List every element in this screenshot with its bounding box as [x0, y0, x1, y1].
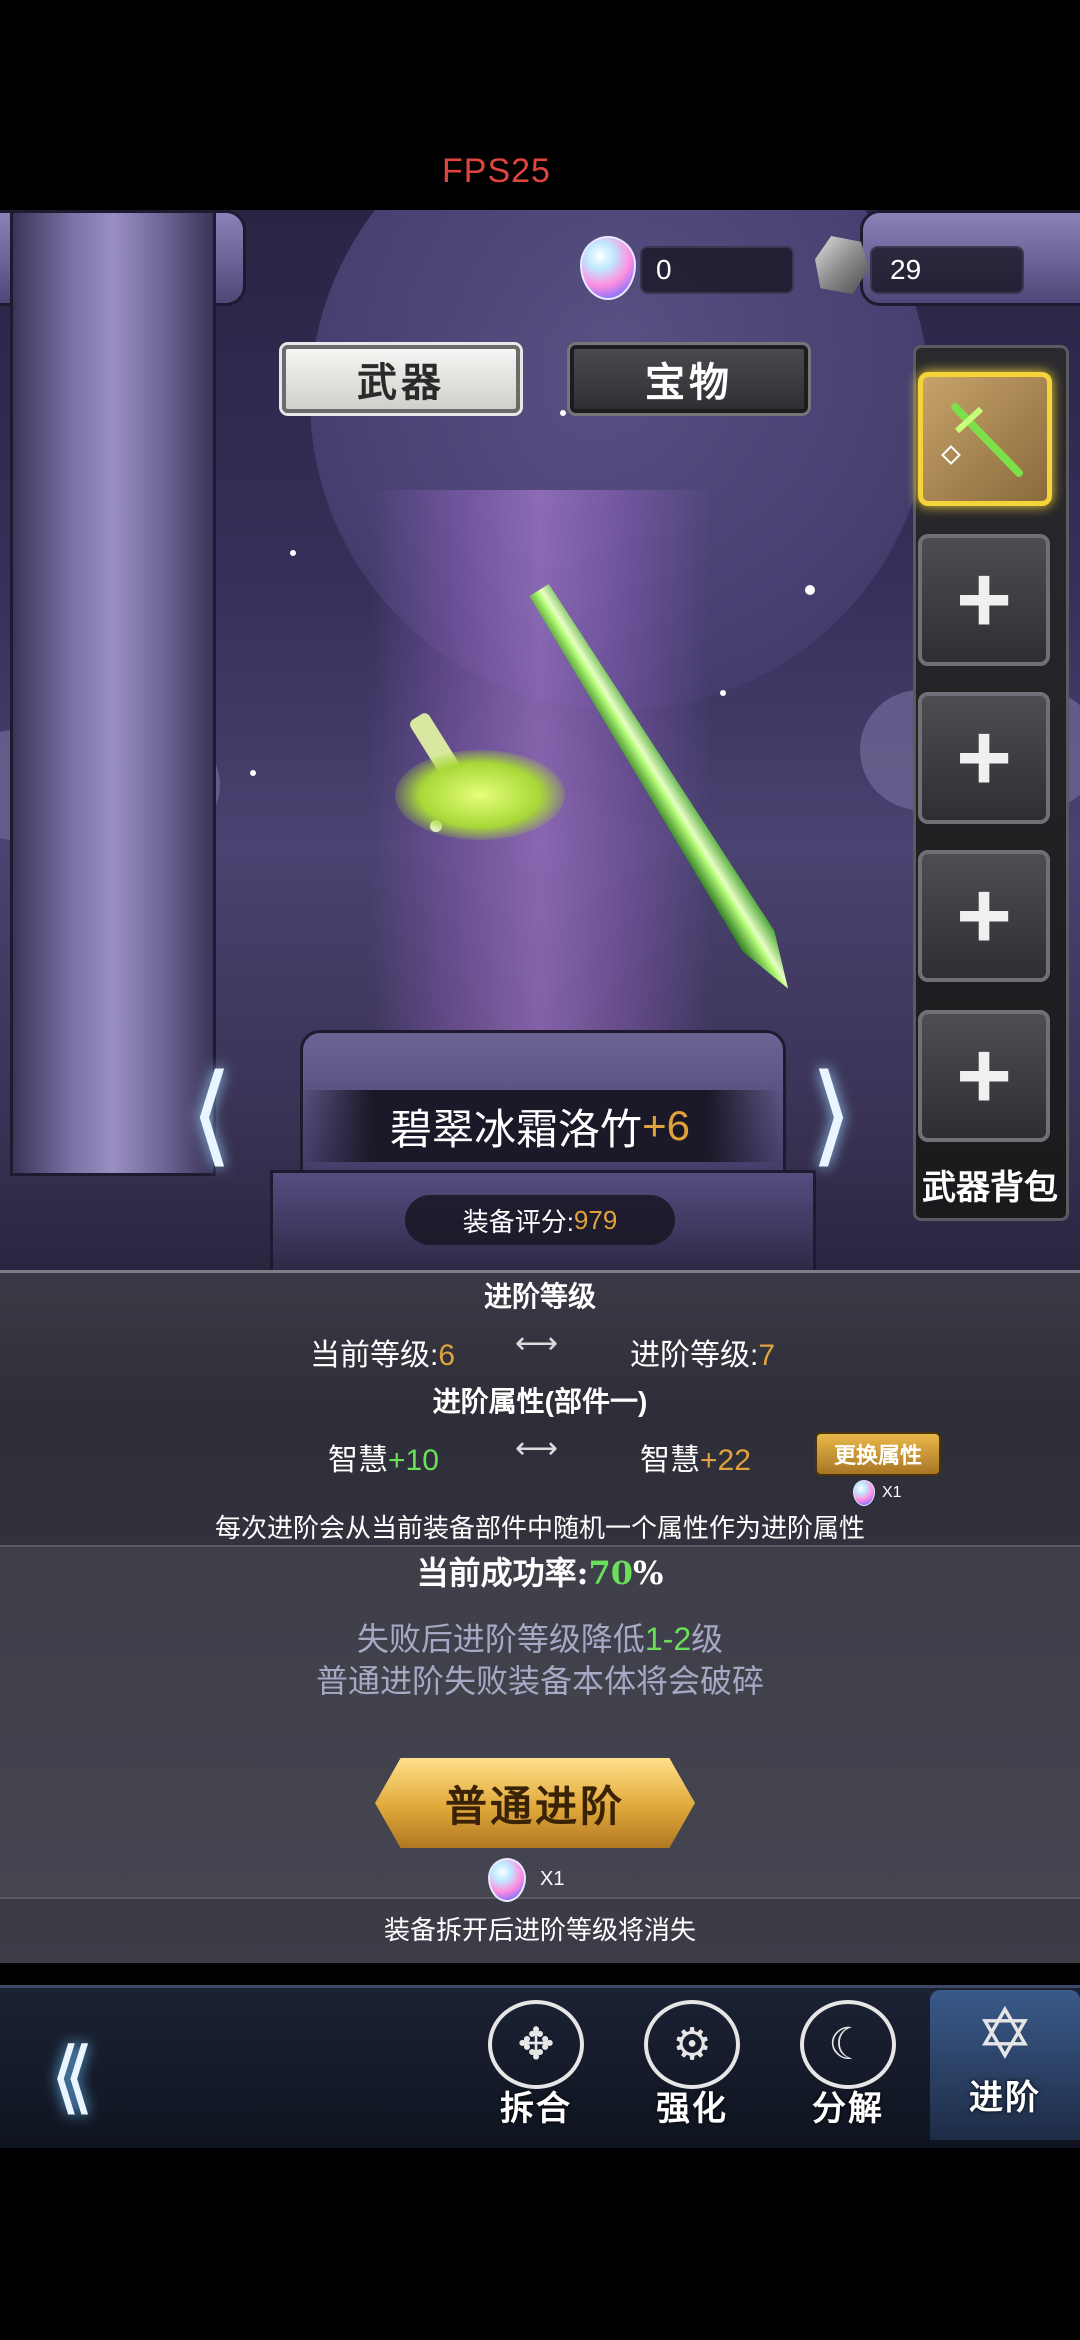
star — [720, 690, 726, 696]
equipment-score: 装备评分: 979 — [405, 1195, 675, 1245]
weapon-slot-empty[interactable]: + — [918, 692, 1050, 824]
weapon-slot-empty[interactable]: + — [918, 1010, 1050, 1142]
plus-icon: + — [955, 862, 1013, 969]
pillar-left — [10, 210, 216, 1176]
failure-note-1: 失败后进阶等级降低1-2级 — [356, 1621, 724, 1657]
next-arrow-icon[interactable]: ⟩ — [810, 1060, 853, 1170]
weapon-slot-selected[interactable] — [918, 372, 1052, 506]
weapon-bag-label[interactable]: 武器背包 — [915, 1160, 1065, 1209]
current-level: 当前等级:6 — [310, 1339, 456, 1372]
swap-attribute-button[interactable]: 更换属性 — [815, 1432, 941, 1476]
tab-treasure[interactable]: 宝物 — [570, 345, 808, 413]
equipment-name: 碧翠冰霜洛竹 — [390, 1105, 643, 1153]
next-attr: 智慧+22 — [640, 1444, 751, 1477]
next-level: 进阶等级:7 — [630, 1339, 776, 1372]
sword-hilt — [395, 750, 565, 840]
plus-icon: + — [955, 1022, 1013, 1129]
back-arrow-icon[interactable]: ⟪ — [50, 2030, 95, 2123]
advance-cost: X1 — [540, 1868, 565, 1890]
dismantle-warning: 装备拆开后进阶等级将消失 — [383, 1915, 696, 1945]
plus-icon: + — [955, 546, 1013, 653]
star — [290, 550, 296, 556]
tab-weapon[interactable]: 武器 — [282, 345, 520, 413]
advance-description: 每次进阶会从当前装备部件中随机一个属性作为进阶属性 — [214, 1513, 865, 1543]
advance-level-title: 进阶等级 — [483, 1281, 596, 1312]
nav-enhance[interactable]: ⚙ 强化 — [622, 2000, 762, 2130]
failure-note-2: 普通进阶失败装备本体将会破碎 — [315, 1663, 764, 1699]
score-label: 装备评分: — [462, 1206, 574, 1237]
enhance-icon: ⚙ — [644, 2000, 740, 2089]
nav-decompose[interactable]: ☾ 分解 — [778, 2000, 918, 2130]
fps-counter: FPS25 — [442, 152, 551, 190]
equipment-enhance-level: +6 — [642, 1102, 690, 1149]
transition-arrow-icon: ⟷ — [515, 1432, 559, 1465]
success-rate: 当前成功率:70% — [416, 1554, 664, 1592]
ore-count: 29 — [890, 254, 922, 285]
decompose-icon: ☾ — [800, 2000, 896, 2089]
weapon-slot-empty[interactable]: + — [918, 534, 1050, 666]
equipment-name-bar: 碧翠冰霜洛竹 +6 — [300, 1090, 780, 1162]
normal-advance-button[interactable]: 普通进阶 — [375, 1758, 695, 1848]
advance-attr-title: 进阶属性(部件一) — [432, 1386, 648, 1417]
star — [560, 410, 566, 416]
gem-count: 0 — [656, 254, 672, 285]
prev-arrow-icon[interactable]: ⟨ — [190, 1060, 233, 1170]
current-attr: 智慧+10 — [328, 1444, 439, 1477]
advance-icon: ✡ — [975, 1995, 1035, 2073]
star — [250, 770, 256, 776]
weapon-slot-empty[interactable]: + — [918, 850, 1050, 982]
dismantle-icon: ✥ — [488, 2000, 584, 2089]
nav-dismantle[interactable]: ✥ 拆合 — [466, 2000, 606, 2130]
score-value: 979 — [573, 1204, 618, 1235]
swap-cost: X1 — [882, 1484, 902, 1501]
transition-arrow-icon: ⟷ — [515, 1327, 559, 1360]
star — [805, 585, 815, 595]
plus-icon: + — [955, 704, 1013, 811]
sword-thumbnail-icon — [941, 403, 1023, 477]
nav-advance[interactable]: ✡ 进阶 — [930, 1990, 1080, 2140]
